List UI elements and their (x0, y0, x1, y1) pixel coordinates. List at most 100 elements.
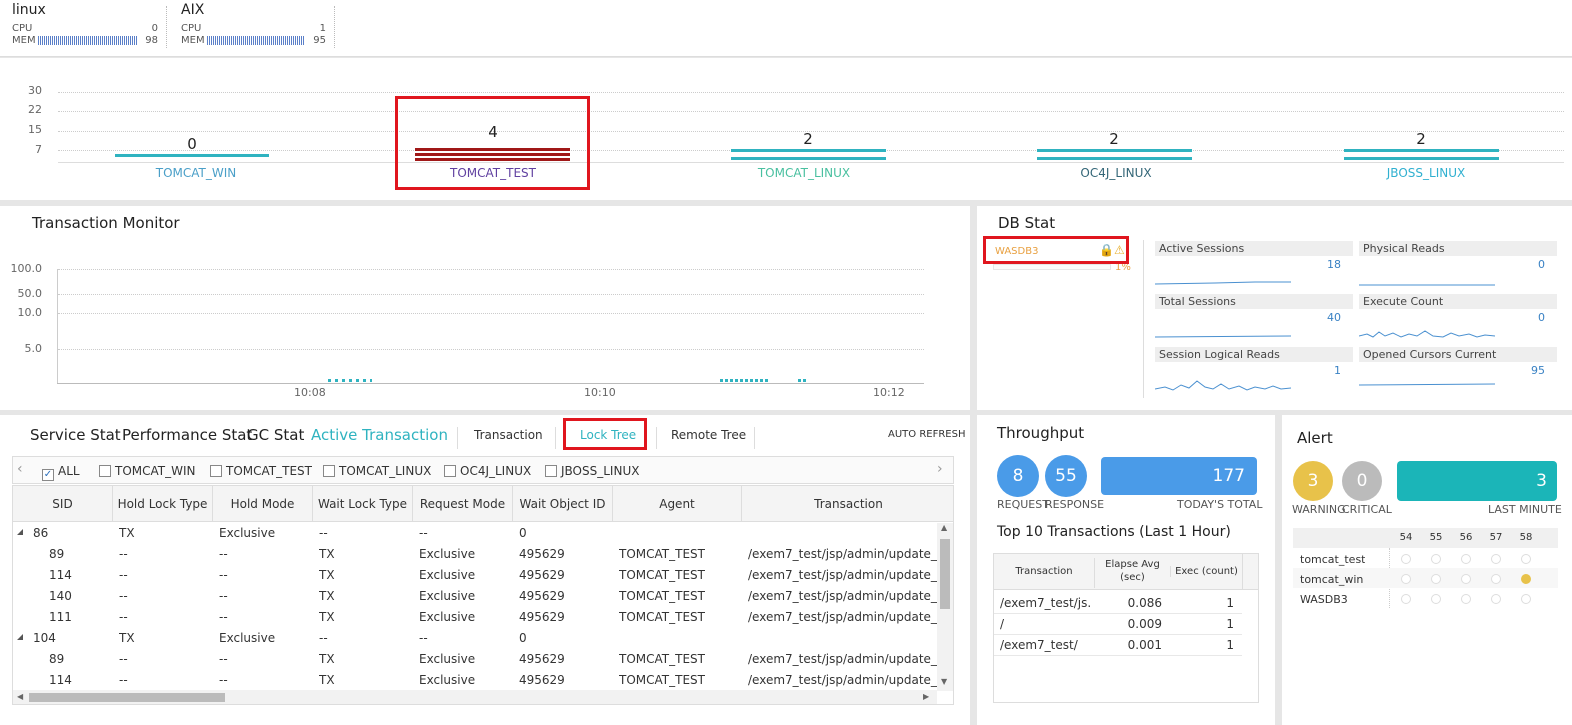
filter-tomcat-linux[interactable]: TOMCAT_LINUX (323, 464, 431, 478)
agent-name-tomcat-win[interactable]: TOMCAT_WIN (96, 166, 296, 180)
col-header[interactable]: Hold Mode (213, 486, 313, 522)
table-body: ◢ 86 TX Exclusive -- -- 0 89 -- -- TX Exclusive 4956… (13, 523, 937, 691)
col-header[interactable]: Wait Object ID (513, 486, 613, 522)
response-label: RESPONSE (1045, 498, 1105, 511)
cell-wait-type: TX (319, 610, 335, 624)
table-row[interactable]: ◢ 86 TX Exclusive -- -- 0 (13, 523, 937, 544)
db-metric-execute-count[interactable]: Execute Count 0 (1359, 294, 1557, 344)
db-metric-total-sessions[interactable]: Total Sessions 40 (1155, 294, 1353, 344)
critical-label: CRITICAL (1342, 503, 1392, 516)
cell-wait-obj: 495629 (519, 589, 565, 603)
agent-name-oc4j-linux[interactable]: OC4J_LINUX (1016, 166, 1216, 180)
agent-value: 0 (187, 135, 197, 153)
metric-value: 1 (1334, 364, 1341, 377)
alert-row-label[interactable]: WASDB3 (1300, 593, 1348, 606)
highlight-box (983, 236, 1129, 264)
agent-value: 2 (803, 130, 813, 148)
top10-txn[interactable]: / (1000, 617, 1092, 631)
agent-bar[interactable] (115, 154, 269, 157)
chevron-right-icon[interactable]: › (937, 461, 943, 477)
agent-name-jboss-linux[interactable]: JBOSS_LINUX (1326, 166, 1526, 180)
agent-bar[interactable] (1037, 157, 1192, 160)
vertical-scrollbar[interactable]: ▲ ▼ (937, 523, 953, 691)
filter-tomcat-win[interactable]: TOMCAT_WIN (99, 464, 196, 478)
response-count: 55 (1045, 455, 1087, 497)
cell-hold-type: TX (119, 631, 135, 645)
tx-dots (720, 379, 770, 382)
top10-exec: 1 (1226, 596, 1234, 610)
col-header[interactable]: Hold Lock Type (113, 486, 213, 522)
tab-performance-stat[interactable]: Performance Stat (122, 426, 252, 444)
alert-row-label[interactable]: tomcat_win (1300, 573, 1363, 586)
col-header[interactable]: Request Mode (413, 486, 513, 522)
tx-dots (328, 379, 372, 382)
tab-gc-stat[interactable]: GC Stat (247, 426, 304, 444)
metric-label: Active Sessions (1155, 241, 1353, 256)
warning-dot[interactable] (1521, 574, 1531, 584)
cell-txn: /exem7_test/jsp/admin/update_dep (748, 547, 937, 561)
col-header[interactable]: Wait Lock Type (313, 486, 413, 522)
agent-bar[interactable] (1344, 157, 1499, 160)
scroll-thumb[interactable] (940, 539, 950, 609)
agent-bar[interactable] (1344, 149, 1499, 152)
metric-label: Opened Cursors Current (1359, 347, 1557, 362)
table-row[interactable]: 114 -- -- TX Exclusive 495629 TOMCAT_TEST/exem… (13, 565, 937, 586)
y-tick: 100.0 (10, 262, 43, 275)
agent-chart-panel: 30 22 15 7 0 TOMCAT_WIN 4 TOMCAT_TEST 2 … (0, 58, 1572, 200)
col-header[interactable]: Transaction (742, 486, 953, 522)
expand-icon[interactable]: ◢ (17, 527, 23, 536)
chevron-left-icon[interactable]: ‹ (17, 461, 23, 477)
col-header[interactable]: SID (13, 486, 113, 522)
auto-refresh-toggle[interactable]: AUTO REFRESH (888, 429, 965, 440)
agent-bar[interactable] (1037, 149, 1192, 152)
alert-grid: 54 55 56 57 58 tomcat_test tomcat_win WA… (1293, 528, 1558, 610)
cpu-value: 1 (319, 23, 326, 34)
scroll-thumb[interactable] (29, 693, 225, 702)
horizontal-scrollbar[interactable]: ◀ ▶ (13, 690, 937, 704)
filter-jboss-linux[interactable]: JBOSS_LINUX (545, 464, 639, 478)
table-row[interactable]: 111 -- -- TX Exclusive 495629 TOMCAT_TEST/exem… (13, 607, 937, 628)
cell-req-mode: Exclusive (419, 673, 476, 687)
expand-icon[interactable]: ◢ (17, 632, 23, 641)
top10-txn[interactable]: /exem7_test/ (1000, 638, 1092, 652)
filter-oc4j-linux[interactable]: OC4J_LINUX (444, 464, 531, 478)
table-row[interactable]: 89 -- -- TX Exclusive 495629 TOMCAT_TEST/exem7… (13, 649, 937, 670)
col-header[interactable]: Elapse Avg (sec) (1094, 558, 1170, 588)
cell-hold-mode: Exclusive (219, 526, 276, 540)
subtab-remote-tree[interactable]: Remote Tree (671, 428, 746, 442)
table-row[interactable]: ◢ 104 TX Exclusive -- -- 0 (13, 628, 937, 649)
db-metric-physical-reads[interactable]: Physical Reads 0 (1359, 241, 1557, 291)
db-metric-session-logical-reads[interactable]: Session Logical Reads 1 (1155, 347, 1353, 397)
host-aix[interactable]: AIX CPU 1 MEM 95 (181, 0, 327, 50)
alert-row-label[interactable]: tomcat_test (1300, 553, 1365, 566)
db-stat-panel: DB Stat WASDB3 🔒⚠ 1% Active Sessions 18 … (977, 206, 1572, 410)
table-row[interactable]: 114 -- -- TX Exclusive 495629 TOMCAT_TEST/exem… (13, 670, 937, 691)
top10-txn[interactable]: /exem7_test/js... (1000, 596, 1092, 610)
table-row[interactable]: 89 -- -- TX Exclusive 495629 TOMCAT_TEST/exem7… (13, 544, 937, 565)
agent-bar[interactable] (731, 157, 886, 160)
db-metric-opened-cursors[interactable]: Opened Cursors Current 95 (1359, 347, 1557, 397)
agent-bar[interactable] (731, 149, 886, 152)
mem-meter: MEM 98 (12, 35, 158, 46)
cell-wait-type: TX (319, 568, 335, 582)
col-header[interactable]: Transaction (994, 566, 1094, 577)
cell-req-mode: Exclusive (419, 610, 476, 624)
metric-label: Session Logical Reads (1155, 347, 1353, 362)
col-header[interactable]: Agent (613, 486, 742, 522)
metric-value: 18 (1327, 258, 1341, 271)
metric-label: Total Sessions (1155, 294, 1353, 309)
filter-tomcat-test[interactable]: TOMCAT_TEST (210, 464, 312, 478)
tab-service-stat[interactable]: Service Stat (30, 426, 121, 444)
request-count: 8 (997, 455, 1039, 497)
filter-all[interactable]: ✓ ALL (42, 464, 80, 481)
db-metric-active-sessions[interactable]: Active Sessions 18 (1155, 241, 1353, 291)
table-row[interactable]: 140 -- -- TX Exclusive 495629 TOMCAT_TEST/exem… (13, 586, 937, 607)
subtab-transaction[interactable]: Transaction (474, 428, 543, 442)
top10-table: Transaction Elapse Avg (sec) Exec (count… (993, 553, 1259, 703)
host-linux[interactable]: linux CPU 0 MEM 98 (12, 0, 160, 50)
top10-elapse: 0.001 (1127, 638, 1162, 652)
col-header[interactable]: Exec (count) (1170, 566, 1242, 577)
cell-req-mode: Exclusive (419, 547, 476, 561)
agent-name-tomcat-linux[interactable]: TOMCAT_LINUX (704, 166, 904, 180)
tab-active-transaction[interactable]: Active Transaction (311, 426, 448, 444)
